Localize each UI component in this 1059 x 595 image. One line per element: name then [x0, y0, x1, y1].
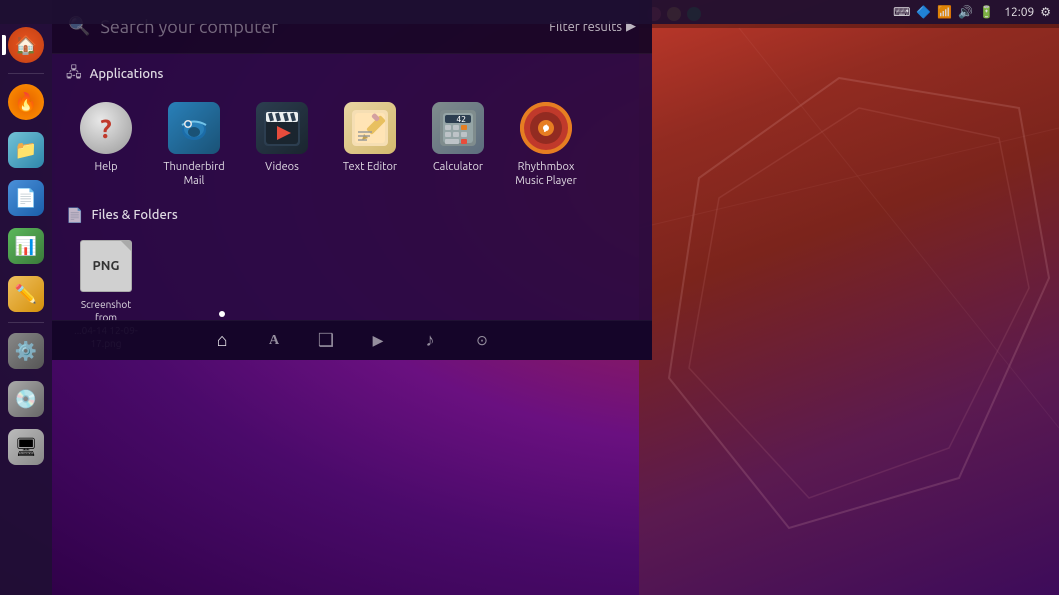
video-filter-icon: ▶ [373, 332, 384, 349]
battery-indicator[interactable]: 🔋 [979, 5, 994, 19]
texteditor-app-icon [344, 102, 396, 154]
firefox-icon: 🔥 [8, 84, 44, 120]
applications-section-icon: 🖧 [66, 62, 82, 86]
app-item-calculator[interactable]: 42 Calculator [418, 96, 498, 193]
texteditor-icon: ✏️ [8, 276, 44, 312]
filter-music[interactable]: ♪ [414, 325, 446, 357]
filter-photos[interactable]: ⊙ [466, 325, 498, 357]
files-section-header: 📄 Files & Folders [52, 199, 652, 228]
app-item-help[interactable]: ? Help [66, 96, 146, 193]
app-item-videos[interactable]: Videos [242, 96, 322, 193]
files-section-title: Files & Folders [91, 208, 177, 222]
launcher-item-cd[interactable]: 💿 [5, 378, 47, 420]
applications-filter-icon: A [269, 333, 279, 349]
files-icon: 📁 [8, 132, 44, 168]
clock[interactable]: 12:09 [1004, 6, 1034, 19]
files-filter-icon: ❑ [318, 330, 334, 351]
filter-video[interactable]: ▶ [362, 325, 394, 357]
ubuntu-logo-icon: 🏠 [8, 27, 44, 63]
app-item-thunderbird[interactable]: Thunderbird Mail [154, 96, 234, 193]
music-filter-icon: ♪ [426, 330, 435, 351]
help-app-icon: ? [80, 102, 132, 154]
launcher-item-storage[interactable]: 🖥 [5, 426, 47, 468]
volume-indicator[interactable]: 🔊 [958, 5, 973, 19]
dash-filter-bar: ⌂ A ❑ ▶ ♪ ⊙ [52, 320, 652, 360]
photos-filter-icon: ⊙ [476, 332, 488, 349]
filter-home[interactable]: ⌂ [206, 325, 238, 357]
applications-section-header: 🖧 Applications [52, 54, 652, 90]
thunderbird-app-icon [168, 102, 220, 154]
launcher-item-writer[interactable]: 📄 [5, 177, 47, 219]
user-indicator[interactable]: ⚙ [1040, 5, 1051, 19]
launcher-item-files[interactable]: 📁 [5, 129, 47, 171]
svg-text:42: 42 [456, 115, 466, 124]
launcher-item-texteditor[interactable]: ✏️ [5, 273, 47, 315]
filter-files[interactable]: ❑ [310, 325, 342, 357]
top-panel: ⌨ 🔷 📶 🔊 🔋 12:09 ⚙ [0, 0, 1059, 24]
thunderbird-app-label: Thunderbird Mail [158, 160, 230, 189]
videos-app-label: Videos [265, 160, 299, 174]
writer-icon: 📄 [8, 180, 44, 216]
applications-section-title: Applications [90, 67, 164, 81]
dash-overlay: 🔍 Filter results ▶ 🖧 Applications ? Help [52, 0, 652, 360]
calculator-app-icon: 42 [432, 102, 484, 154]
home-filter-icon: ⌂ [217, 330, 228, 351]
cd-icon: 💿 [8, 381, 44, 417]
files-section-icon: 📄 [66, 207, 83, 224]
filter-applications[interactable]: A [258, 325, 290, 357]
help-app-label: Help [94, 160, 117, 174]
unity-launcher: 🏠 🔥 📁 📄 📊 ✏️ ⚙️ 💿 🖥 [0, 0, 52, 595]
videos-app-icon [256, 102, 308, 154]
keyboard-indicator[interactable]: ⌨ [893, 5, 910, 19]
app-item-rhythmbox[interactable]: ♪ Rhythmbox Music Player [506, 96, 586, 193]
png-file-icon: PNG [80, 240, 132, 292]
system-indicators: ⌨ 🔷 📶 🔊 🔋 12:09 ⚙ [893, 5, 1051, 19]
settings-icon: ⚙️ [8, 333, 44, 369]
calculator-app-label: Calculator [433, 160, 483, 174]
svg-text:♪: ♪ [543, 119, 550, 135]
storage-icon: 🖥 [8, 429, 44, 465]
launcher-item-ubuntu[interactable]: 🏠 [5, 24, 47, 66]
bluetooth-indicator[interactable]: 🔷 [916, 5, 931, 19]
active-filter-indicator [219, 311, 225, 317]
applications-grid: ? Help Thunderbird Mail [52, 90, 652, 199]
launcher-separator-1 [8, 73, 44, 74]
network-indicator[interactable]: 📶 [937, 5, 952, 19]
app-item-texteditor[interactable]: Text Editor [330, 96, 410, 193]
rhythmbox-app-icon: ♪ [520, 102, 572, 154]
texteditor-app-label: Text Editor [343, 160, 397, 174]
rhythmbox-app-label: Rhythmbox Music Player [510, 160, 582, 189]
launcher-item-calc[interactable]: 📊 [5, 225, 47, 267]
launcher-item-firefox[interactable]: 🔥 [5, 81, 47, 123]
background-window [639, 0, 1059, 595]
launcher-separator-2 [8, 322, 44, 323]
launcher-item-settings[interactable]: ⚙️ [5, 330, 47, 372]
calc-icon: 📊 [8, 228, 44, 264]
